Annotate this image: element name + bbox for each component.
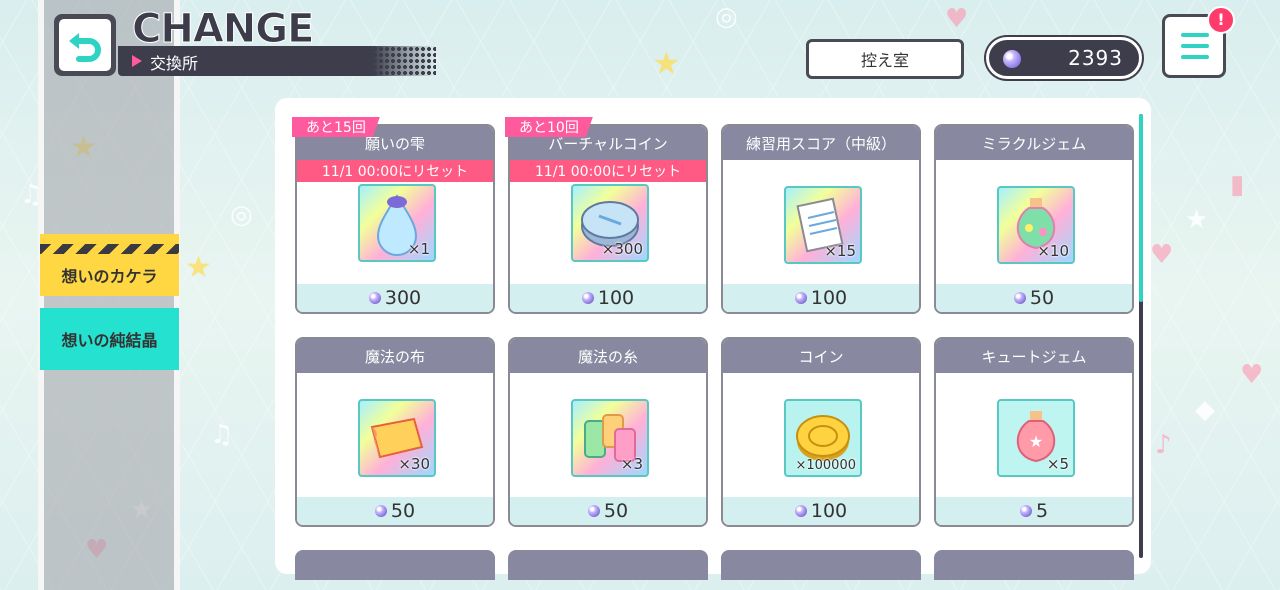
item-price-value: 50 — [390, 500, 416, 522]
sidebar-item-camera[interactable]: 想いのカケラ — [40, 234, 179, 296]
item-price-value: 100 — [597, 287, 635, 309]
limit-badge: あと10回 — [505, 117, 593, 137]
item-price-value: 100 — [810, 500, 848, 522]
exchange-item-card[interactable]: キュートジェム ★ ×5 5 — [934, 337, 1134, 527]
item-quantity: ×30 — [398, 455, 430, 473]
gem-icon — [1019, 505, 1032, 517]
exchange-item-card[interactable]: 魔法の布 ×30 50 — [295, 337, 495, 527]
item-price-value: 100 — [810, 287, 848, 309]
exchange-item-card[interactable]: 練習用スコア（中級） ×15 100 — [721, 124, 921, 314]
item-thumbnail: ×100000 — [784, 399, 862, 477]
item-quantity: ×15 — [824, 242, 856, 260]
heart-decoration-icon: ♥ — [945, 4, 969, 34]
item-quantity: ×10 — [1037, 242, 1069, 260]
gem-icon — [794, 505, 807, 517]
exchange-item-card[interactable]: コイン ×100000 100 — [721, 337, 921, 527]
item-quantity: ×3 — [620, 455, 643, 473]
gem-count: 2393 — [1068, 46, 1123, 70]
heart-decoration-icon: ♥ — [1150, 240, 1174, 270]
exchange-item-card[interactable] — [721, 550, 921, 580]
exchange-item-card[interactable]: 魔法の糸 ×3 50 — [508, 337, 708, 527]
item-thumbnail: ×300 — [571, 184, 649, 262]
gem-icon — [374, 505, 387, 517]
item-price: 5 — [936, 497, 1132, 525]
gem-icon — [581, 292, 594, 304]
reset-notice: 11/1 00:00にリセット — [297, 160, 493, 182]
exchange-item-card[interactable]: ミラクルジェム ×10 50 — [934, 124, 1134, 314]
item-price-value: 300 — [384, 287, 422, 309]
item-name: ミラクルジェム — [936, 126, 1132, 160]
star-decoration-icon: ★ — [652, 44, 681, 82]
item-thumbnail: ★ ×5 — [997, 399, 1075, 477]
item-quantity: ×300 — [601, 240, 643, 258]
item-price-value: 50 — [603, 500, 629, 522]
gem-balance: 2393 — [986, 37, 1142, 79]
item-price: 50 — [297, 497, 493, 525]
gem-icon — [368, 292, 381, 304]
item-thumbnail: ×3 — [571, 399, 649, 477]
waiting-room-button[interactable]: 控え室 — [806, 39, 964, 79]
item-quantity: ×5 — [1046, 455, 1069, 473]
gem-icon — [794, 292, 807, 304]
heart-decoration-icon: ♥ — [1240, 360, 1264, 390]
note-decoration-icon: ♪ — [1155, 430, 1172, 460]
disc-decoration-icon: ◎ — [715, 2, 738, 32]
waiting-room-label: 控え室 — [860, 51, 909, 70]
item-price: 50 — [936, 284, 1132, 312]
page-subtitle: 交換所 — [150, 54, 199, 73]
hamburger-icon — [1181, 33, 1209, 37]
item-price-value: 5 — [1035, 500, 1049, 522]
item-thumbnail: ×15 — [784, 186, 862, 264]
sidebar-item-label: 想いのカケラ — [61, 267, 158, 286]
item-thumbnail: ×10 — [997, 186, 1075, 264]
item-price-value: 50 — [1029, 287, 1055, 309]
equalizer-decoration-icon: ▮ — [1230, 170, 1245, 200]
exchange-item-card[interactable] — [934, 550, 1134, 580]
item-price: 100 — [510, 284, 706, 312]
sidebar-item-label: 想いの純結晶 — [61, 331, 158, 350]
item-price: 100 — [723, 284, 919, 312]
exchange-item-card[interactable] — [295, 550, 495, 580]
svg-text:★: ★ — [1029, 432, 1043, 451]
item-price: 100 — [723, 497, 919, 525]
item-name: コイン — [723, 339, 919, 373]
gem-icon — [1003, 50, 1021, 68]
star-decoration-icon: ★ — [1185, 205, 1209, 235]
exchange-item-card[interactable]: 願いの雫 11/1 00:00にリセット ×1 300 — [295, 124, 495, 314]
limit-badge: あと15回 — [292, 117, 380, 137]
diamond-decoration-icon: ◆ — [1195, 395, 1215, 425]
item-name: 魔法の糸 — [510, 339, 706, 373]
play-marker-icon — [132, 55, 142, 67]
item-quantity: ×100000 — [795, 458, 856, 473]
page-subtitle-bar: 交換所 — [118, 46, 436, 76]
sidebar-item-crystal[interactable]: 想いの純結晶 — [40, 308, 179, 370]
reset-notice: 11/1 00:00にリセット — [510, 160, 706, 182]
exchange-item-card[interactable] — [508, 550, 708, 580]
item-thumbnail: ×30 — [358, 399, 436, 477]
scrollbar-thumb[interactable] — [1139, 114, 1143, 302]
back-button[interactable] — [54, 14, 116, 76]
gem-icon — [1013, 292, 1026, 304]
item-price: 300 — [297, 284, 493, 312]
gem-icon — [587, 505, 600, 517]
item-thumbnail: ×1 — [358, 184, 436, 262]
item-quantity: ×1 — [407, 240, 430, 258]
item-name: 魔法の布 — [297, 339, 493, 373]
headphones-decoration-icon: ♫ — [210, 420, 234, 450]
notification-badge: ! — [1207, 6, 1235, 34]
item-price: 50 — [510, 497, 706, 525]
disc-decoration-icon: ◎ — [230, 200, 253, 230]
item-name: 練習用スコア（中級） — [723, 126, 919, 160]
item-name: キュートジェム — [936, 339, 1132, 373]
exchange-item-card[interactable]: バーチャルコイン 11/1 00:00にリセット ×300 100 — [508, 124, 708, 314]
star-decoration-icon: ★ — [185, 250, 212, 285]
back-arrow-icon — [69, 33, 101, 62]
